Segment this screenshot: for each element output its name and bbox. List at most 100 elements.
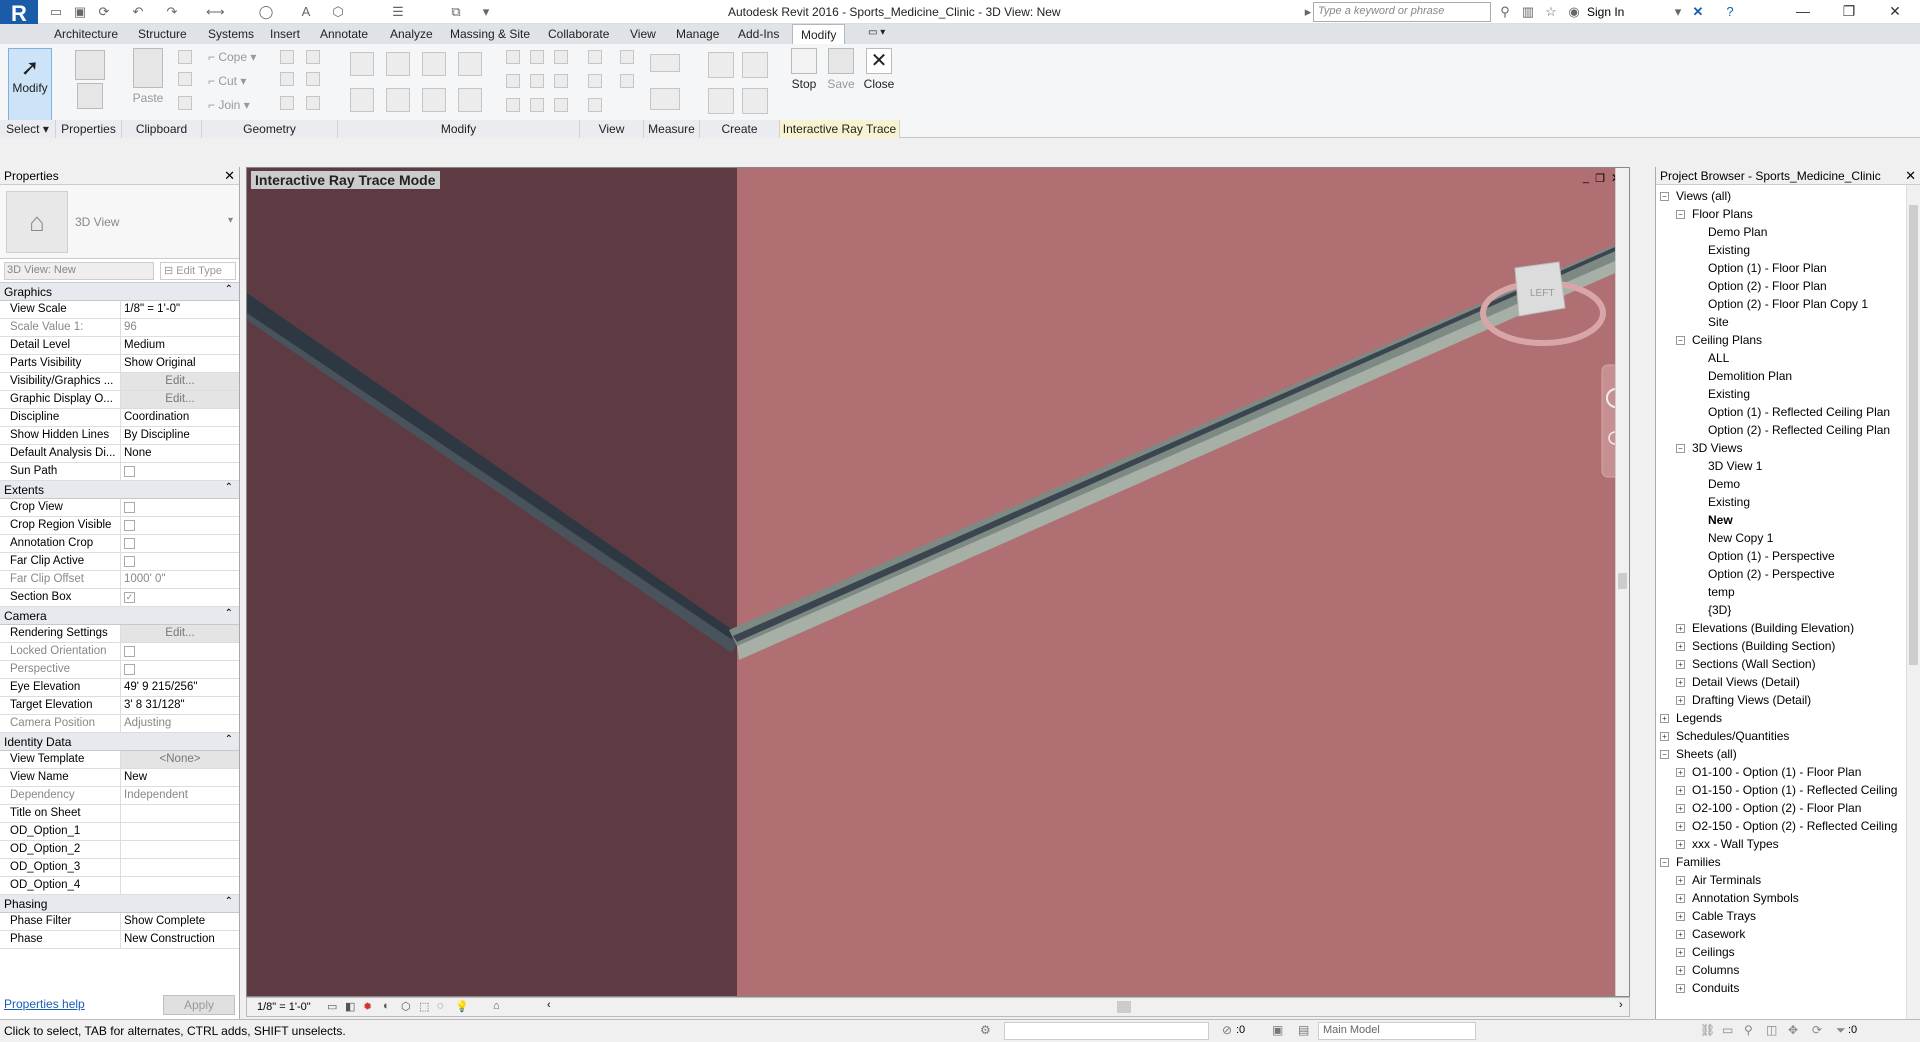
property-row[interactable]: Title on Sheet [0, 805, 239, 823]
property-value[interactable]: New [120, 769, 239, 786]
expand-node-icon[interactable]: + [1676, 876, 1685, 885]
property-value[interactable]: <None> [120, 751, 239, 768]
property-row[interactable]: OD_Option_1 [0, 823, 239, 841]
background-process-icon[interactable]: ⟳ [1812, 1023, 1822, 1037]
drag-elements-icon[interactable]: ✥ [1788, 1023, 1798, 1037]
expand-node-icon[interactable]: + [1676, 786, 1685, 795]
copy-icon[interactable] [386, 88, 410, 112]
pin-icon[interactable] [554, 74, 568, 88]
browser-item[interactable]: Schedules/Quantities [1676, 729, 1789, 743]
property-value[interactable]: None [120, 445, 239, 462]
property-value[interactable]: 96 [120, 319, 239, 336]
browser-item[interactable]: Columns [1692, 963, 1739, 977]
expand-node-icon[interactable]: + [1676, 894, 1685, 903]
rendering-icon[interactable]: ⬡ [401, 1000, 411, 1013]
close-icon[interactable]: ✕ [1905, 168, 1916, 184]
property-value[interactable]: 3' 8 31/128" [120, 697, 239, 714]
design-options-icon[interactable]: ▣ [1272, 1023, 1283, 1037]
cut-geometry-button[interactable]: ⌐ Cut ▾ [208, 74, 246, 88]
dimension-icon[interactable] [650, 88, 680, 110]
property-row[interactable]: Dependency Independent [0, 787, 239, 805]
property-value[interactable] [120, 841, 239, 858]
browser-item[interactable]: Option (1) - Reflected Ceiling Plan [1708, 405, 1890, 419]
property-row[interactable]: Discipline Coordination [0, 409, 239, 427]
collapse-node-icon[interactable]: − [1676, 336, 1685, 345]
trim-icon[interactable] [458, 88, 482, 112]
tab-massing-site[interactable]: Massing & Site [450, 27, 530, 41]
tab-structure[interactable]: Structure [138, 27, 187, 41]
split-icon[interactable] [506, 50, 520, 64]
exchange-apps-icon[interactable]: ✕ [1690, 4, 1706, 20]
checkbox[interactable] [124, 538, 135, 549]
property-row[interactable]: Annotation Crop [0, 535, 239, 553]
expand-node-icon[interactable]: + [1676, 624, 1685, 633]
property-value[interactable]: Show Original [120, 355, 239, 372]
paint-view-icon[interactable] [588, 98, 602, 112]
trim-single-icon[interactable] [506, 98, 520, 112]
browser-item[interactable]: New [1708, 513, 1733, 527]
browser-item[interactable]: temp [1708, 585, 1735, 599]
tab-annotate[interactable]: Annotate [320, 27, 368, 41]
tab-analyze[interactable]: Analyze [390, 27, 433, 41]
collapse-node-icon[interactable]: − [1676, 444, 1685, 453]
property-row[interactable]: Phase Filter Show Complete [0, 913, 239, 931]
restore-icon[interactable]: ❐ [1826, 0, 1872, 24]
browser-item[interactable]: O2-100 - Option (2) - Floor Plan [1692, 801, 1861, 815]
delete-icon[interactable] [554, 98, 568, 112]
property-value[interactable]: New Construction [120, 931, 239, 948]
create-assembly-icon[interactable] [708, 52, 734, 78]
expand-node-icon[interactable]: + [1660, 714, 1669, 723]
undo-icon[interactable]: ↶ [130, 4, 146, 20]
property-value[interactable]: Edit... [120, 391, 239, 408]
browser-item[interactable]: Option (2) - Perspective [1708, 567, 1835, 581]
property-row[interactable]: Section Box ✓ [0, 589, 239, 607]
property-value[interactable]: Medium [120, 337, 239, 354]
save-render-button[interactable]: Save [824, 48, 858, 91]
type-dropdown-icon[interactable]: ▾ [228, 215, 233, 226]
collapse-node-icon[interactable]: − [1676, 210, 1685, 219]
expand-node-icon[interactable]: + [1676, 984, 1685, 993]
section-identity-data[interactable]: Identity Data ⌃ [0, 733, 239, 751]
sun-path-icon[interactable]: ✹ [363, 1000, 372, 1013]
browser-item[interactable]: Option (2) - Floor Plan [1708, 279, 1827, 293]
property-row[interactable]: OD_Option_3 [0, 859, 239, 877]
open-icon[interactable]: ▭ [48, 4, 64, 20]
property-row[interactable]: Crop View [0, 499, 239, 517]
browser-item[interactable]: Drafting Views (Detail) [1692, 693, 1811, 707]
select-underlay-icon[interactable]: ▭ [1722, 1023, 1733, 1037]
expand-node-icon[interactable]: + [1676, 678, 1685, 687]
property-row[interactable]: Crop Region Visible [0, 517, 239, 535]
browser-item[interactable]: Sections (Building Section) [1692, 639, 1835, 653]
view-vertical-scrollbar[interactable] [1615, 168, 1629, 996]
type-selector[interactable]: ⌂ 3D View ▾ [0, 185, 239, 259]
expand-node-icon[interactable]: + [1676, 912, 1685, 921]
property-value[interactable]: Show Complete [120, 913, 239, 930]
expand-node-icon[interactable]: + [1676, 768, 1685, 777]
expand-node-icon[interactable]: + [1676, 966, 1685, 975]
browser-item[interactable]: Conduits [1692, 981, 1739, 995]
browser-item[interactable]: Floor Plans [1692, 207, 1753, 221]
unpin-icon[interactable] [554, 50, 568, 64]
editable-only-icon[interactable]: ⊘ [1222, 1023, 1232, 1037]
split-gap-icon[interactable] [530, 50, 544, 64]
browser-item[interactable]: O1-150 - Option (1) - Reflected Ceiling [1692, 783, 1897, 797]
array-icon[interactable] [506, 74, 520, 88]
shadows-icon[interactable]: ◐ [383, 1000, 390, 1012]
offset-icon[interactable] [386, 52, 410, 76]
close-icon[interactable]: ✕ [224, 168, 235, 184]
browser-item[interactable]: Option (2) - Reflected Ceiling Plan [1708, 423, 1890, 437]
view-restore-icon[interactable]: ❐ [1595, 172, 1605, 185]
trim-multiple-icon[interactable] [530, 98, 544, 112]
property-row[interactable]: View Scale 1/8" = 1'-0" [0, 301, 239, 319]
visual-style-icon[interactable]: ◧ [345, 1000, 355, 1013]
property-row[interactable]: Eye Elevation 49' 9 215/256" [0, 679, 239, 697]
browser-item[interactable]: xxx - Wall Types [1692, 837, 1779, 851]
browser-item[interactable]: Views (all) [1676, 189, 1731, 203]
property-value[interactable]: Coordination [120, 409, 239, 426]
browser-item[interactable]: O1-100 - Option (1) - Floor Plan [1692, 765, 1861, 779]
select-pinned-icon[interactable]: ⚲ [1744, 1023, 1753, 1037]
browser-item[interactable]: Existing [1708, 495, 1750, 509]
scale-icon[interactable] [530, 74, 544, 88]
text-icon[interactable]: A [298, 4, 314, 20]
hide-in-view-icon[interactable] [588, 50, 602, 64]
